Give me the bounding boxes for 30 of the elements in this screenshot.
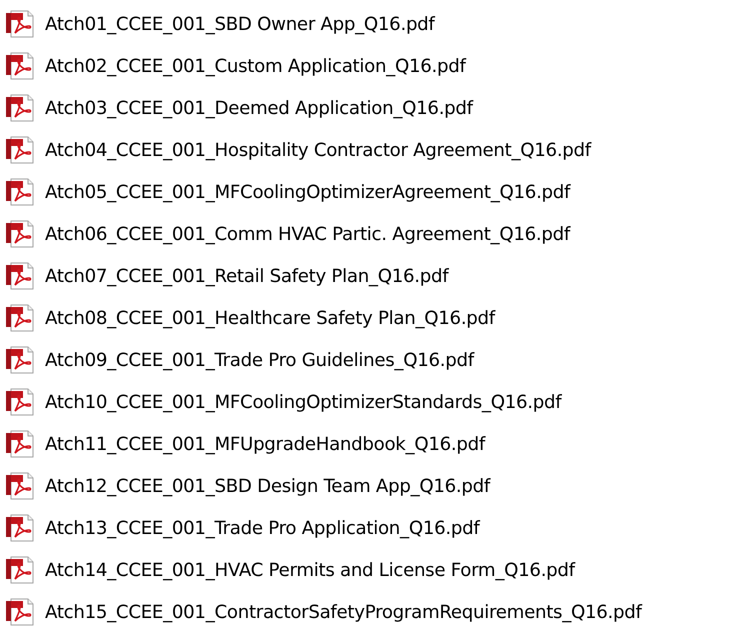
- pdf-file-icon[interactable]: [5, 52, 36, 80]
- file-name[interactable]: Atch07_CCEE_001_Retail Safety Plan_Q16.pdf: [45, 266, 448, 286]
- pdf-file-icon[interactable]: [5, 346, 36, 374]
- file-name[interactable]: Atch14_CCEE_001_HVAC Permits and License Form_Q16.pdf: [45, 560, 575, 580]
- pdf-file-icon[interactable]: [5, 598, 36, 626]
- pdf-file-icon[interactable]: [5, 10, 36, 38]
- file-name[interactable]: Atch11_CCEE_001_MFUpgradeHandbook_Q16.pdf: [45, 434, 485, 454]
- pdf-file-icon[interactable]: [5, 136, 36, 164]
- file-name[interactable]: Atch09_CCEE_001_Trade Pro Guidelines_Q16.pdf: [45, 350, 474, 370]
- pdf-file-icon[interactable]: [5, 304, 36, 332]
- pdf-file-icon[interactable]: [5, 514, 36, 542]
- file-name[interactable]: Atch02_CCEE_001_Custom Application_Q16.pdf: [45, 56, 466, 76]
- pdf-file-icon[interactable]: [5, 556, 36, 584]
- pdf-file-icon[interactable]: [5, 262, 36, 290]
- file-name[interactable]: Atch10_CCEE_001_MFCoolingOptimizerStandards_Q16.pdf: [45, 392, 562, 412]
- file-name[interactable]: Atch03_CCEE_001_Deemed Application_Q16.pdf: [45, 98, 473, 118]
- file-name[interactable]: Atch12_CCEE_001_SBD Design Team App_Q16.pdf: [45, 476, 490, 496]
- pdf-file-icon[interactable]: [5, 472, 36, 500]
- file-name[interactable]: Atch01_CCEE_001_SBD Owner App_Q16.pdf: [45, 14, 435, 34]
- file-name[interactable]: Atch15_CCEE_001_ContractorSafetyProgramRequirements_Q16.pdf: [45, 602, 642, 622]
- file-name[interactable]: Atch05_CCEE_001_MFCoolingOptimizerAgreement_Q16.pdf: [45, 182, 570, 202]
- file-name[interactable]: Atch08_CCEE_001_Healthcare Safety Plan_Q16.pdf: [45, 308, 495, 328]
- pdf-file-icon[interactable]: [5, 220, 36, 248]
- file-name[interactable]: Atch13_CCEE_001_Trade Pro Application_Q16.pdf: [45, 518, 480, 538]
- pdf-file-icon[interactable]: [5, 178, 36, 206]
- pdf-file-icon[interactable]: [5, 94, 36, 122]
- pdf-file-icon[interactable]: [5, 430, 36, 458]
- file-name[interactable]: Atch04_CCEE_001_Hospitality Contractor Agreement_Q16.pdf: [45, 140, 591, 160]
- file-name[interactable]: Atch06_CCEE_001_Comm HVAC Partic. Agreement_Q16.pdf: [45, 224, 570, 244]
- pdf-file-icon[interactable]: [5, 388, 36, 416]
